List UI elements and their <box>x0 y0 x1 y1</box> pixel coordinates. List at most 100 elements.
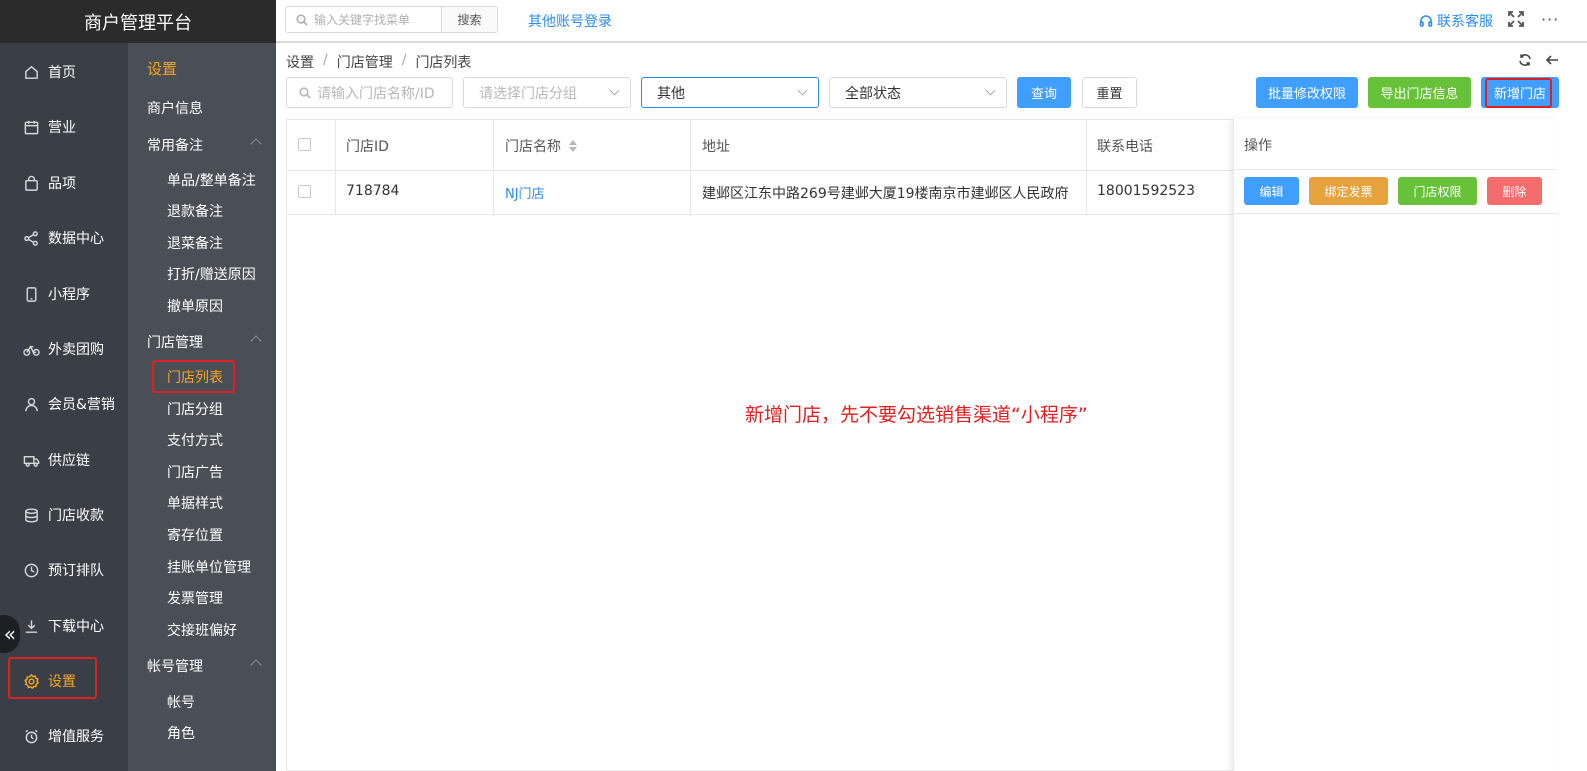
nav-item-label: 首页 <box>48 65 76 81</box>
submenu-item[interactable]: 角色 <box>128 719 276 747</box>
header-label: 门店名称 <box>505 139 561 155</box>
row-checkbox[interactable] <box>298 185 311 198</box>
submenu-group-remarks[interactable]: 常用备注 <box>128 131 276 159</box>
nav-item-value-added[interactable]: 增值服务 <box>0 716 128 756</box>
search-placeholder: 输入关键字找菜单 <box>314 13 411 27</box>
placeholder-text: 请输入门店名称/ID <box>317 85 435 102</box>
nav-item-label: 预订排队 <box>48 563 104 579</box>
submenu-item[interactable]: 寄存位置 <box>128 521 276 549</box>
submenu-item[interactable]: 门店分组 <box>128 395 276 423</box>
more-icon[interactable]: ··· <box>1541 10 1559 29</box>
nav-item-delivery[interactable]: 外卖团购 <box>0 329 128 369</box>
row-divider <box>1234 169 1557 170</box>
store-group-select[interactable]: 请选择门店分组 <box>463 77 631 108</box>
bag-icon <box>22 174 40 192</box>
select-value: 其他 <box>657 85 685 102</box>
header-address: 地址 <box>702 139 730 155</box>
nav-item-reservation[interactable]: 预订排队 <box>0 550 128 590</box>
nav-item-membership[interactable]: 会员&营销 <box>0 384 128 424</box>
sort-icon[interactable] <box>569 140 577 152</box>
nav-item-label: 小程序 <box>48 287 90 303</box>
back-arrow-icon[interactable] <box>1545 53 1559 67</box>
submenu-group-store-mgmt[interactable]: 门店管理 <box>128 328 276 356</box>
highlight-store-list <box>152 360 235 393</box>
home-icon <box>22 63 40 81</box>
share-icon <box>22 229 40 247</box>
truck-icon <box>22 451 40 469</box>
search-icon <box>296 13 308 26</box>
nav-item-home[interactable]: 首页 <box>0 52 128 92</box>
coins-icon <box>22 506 40 524</box>
cell-store-name-link[interactable]: NJ门店 <box>505 183 545 202</box>
group-label: 门店管理 <box>147 335 203 351</box>
query-button[interactable]: 查询 <box>1017 77 1071 108</box>
export-store-info-button[interactable]: 导出门店信息 <box>1368 77 1471 108</box>
breadcrumb-item-current: 门店列表 <box>415 55 472 71</box>
col-divider <box>335 120 336 214</box>
submenu-item[interactable]: 帐号 <box>128 688 276 716</box>
store-permission-button[interactable]: 门店权限 <box>1398 177 1477 205</box>
batch-permission-button[interactable]: 批量修改权限 <box>1256 77 1358 108</box>
menu-search-input[interactable]: 输入关键字找菜单 <box>285 6 442 33</box>
refresh-icon[interactable] <box>1518 53 1532 67</box>
actions-column: 操作 编辑 绑定发票 门店权限 删除 <box>1233 119 1558 771</box>
reset-button[interactable]: 重置 <box>1082 77 1137 108</box>
edit-button[interactable]: 编辑 <box>1244 177 1299 205</box>
col-divider <box>493 120 494 214</box>
submenu-item[interactable]: 打折/赠送原因 <box>128 260 276 288</box>
bind-invoice-button[interactable]: 绑定发票 <box>1309 177 1388 205</box>
headset-icon <box>1419 15 1433 27</box>
submenu-item[interactable]: 支付方式 <box>128 426 276 454</box>
submenu-group-accounts[interactable]: 帐号管理 <box>128 652 276 680</box>
cell-phone: 18001592523 <box>1097 183 1195 199</box>
nav-item-business[interactable]: 营业 <box>0 107 128 147</box>
nav-item-label: 供应链 <box>48 453 90 469</box>
nav-item-supply-chain[interactable]: 供应链 <box>0 440 128 480</box>
submenu-item[interactable]: 挂账单位管理 <box>128 553 276 581</box>
chevron-down-icon <box>985 85 996 96</box>
top-bar: 输入关键字找菜单 搜索 其他账号登录 联系客服 ··· <box>276 0 1587 43</box>
col-divider <box>1086 120 1087 214</box>
select-all-checkbox[interactable] <box>298 138 311 151</box>
nav-item-label: 下载中心 <box>48 619 104 635</box>
chevron-down-icon <box>609 85 620 96</box>
channel-select[interactable]: 其他 <box>641 77 819 108</box>
search-button[interactable]: 搜索 <box>441 6 498 33</box>
store-name-input[interactable]: 请输入门店名称/ID <box>286 77 453 108</box>
submenu-item[interactable]: 撤单原因 <box>128 292 276 320</box>
nav-item-label: 数据中心 <box>48 231 104 247</box>
submenu-item[interactable]: 门店广告 <box>128 458 276 486</box>
search-icon <box>299 86 311 99</box>
other-account-login-link[interactable]: 其他账号登录 <box>528 11 612 31</box>
submenu-item[interactable]: 退菜备注 <box>128 229 276 257</box>
nav-item-data-center[interactable]: 数据中心 <box>0 218 128 258</box>
nav-item-payments[interactable]: 门店收款 <box>0 495 128 535</box>
calendar-icon <box>22 118 40 136</box>
chevron-up-icon <box>250 659 262 671</box>
cell-store-id: 718784 <box>346 183 400 199</box>
breadcrumb-item[interactable]: 门店管理 <box>337 52 393 72</box>
nav-item-mini-program[interactable]: 小程序 <box>0 274 128 314</box>
contact-label: 联系客服 <box>1437 14 1493 30</box>
delete-button[interactable]: 删除 <box>1487 177 1542 205</box>
clock-icon <box>22 561 40 579</box>
nav-item-label: 增值服务 <box>48 729 104 745</box>
breadcrumb: 设置 / 门店管理 / 门店列表 <box>286 52 472 72</box>
chevron-up-icon <box>250 138 262 150</box>
nav-item-label: 品项 <box>48 176 76 192</box>
submenu-title: 设置 <box>147 59 178 78</box>
submenu-item[interactable]: 退款备注 <box>128 197 276 225</box>
submenu-item[interactable]: 单据样式 <box>128 489 276 517</box>
header-store-name[interactable]: 门店名称 <box>505 136 577 156</box>
status-select[interactable]: 全部状态 <box>829 77 1007 108</box>
mobile-icon <box>22 285 40 303</box>
submenu-item[interactable]: 单品/整单备注 <box>128 166 276 194</box>
submenu-item[interactable]: 发票管理 <box>128 584 276 612</box>
submenu-merchant-info[interactable]: 商户信息 <box>128 94 276 122</box>
submenu-item[interactable]: 交接班偏好 <box>128 616 276 644</box>
breadcrumb-item[interactable]: 设置 <box>286 52 314 72</box>
fullscreen-icon[interactable] <box>1507 10 1525 28</box>
nav-item-products[interactable]: 品项 <box>0 163 128 203</box>
contact-support-link[interactable]: 联系客服 <box>1419 11 1493 31</box>
download-icon <box>22 617 40 635</box>
